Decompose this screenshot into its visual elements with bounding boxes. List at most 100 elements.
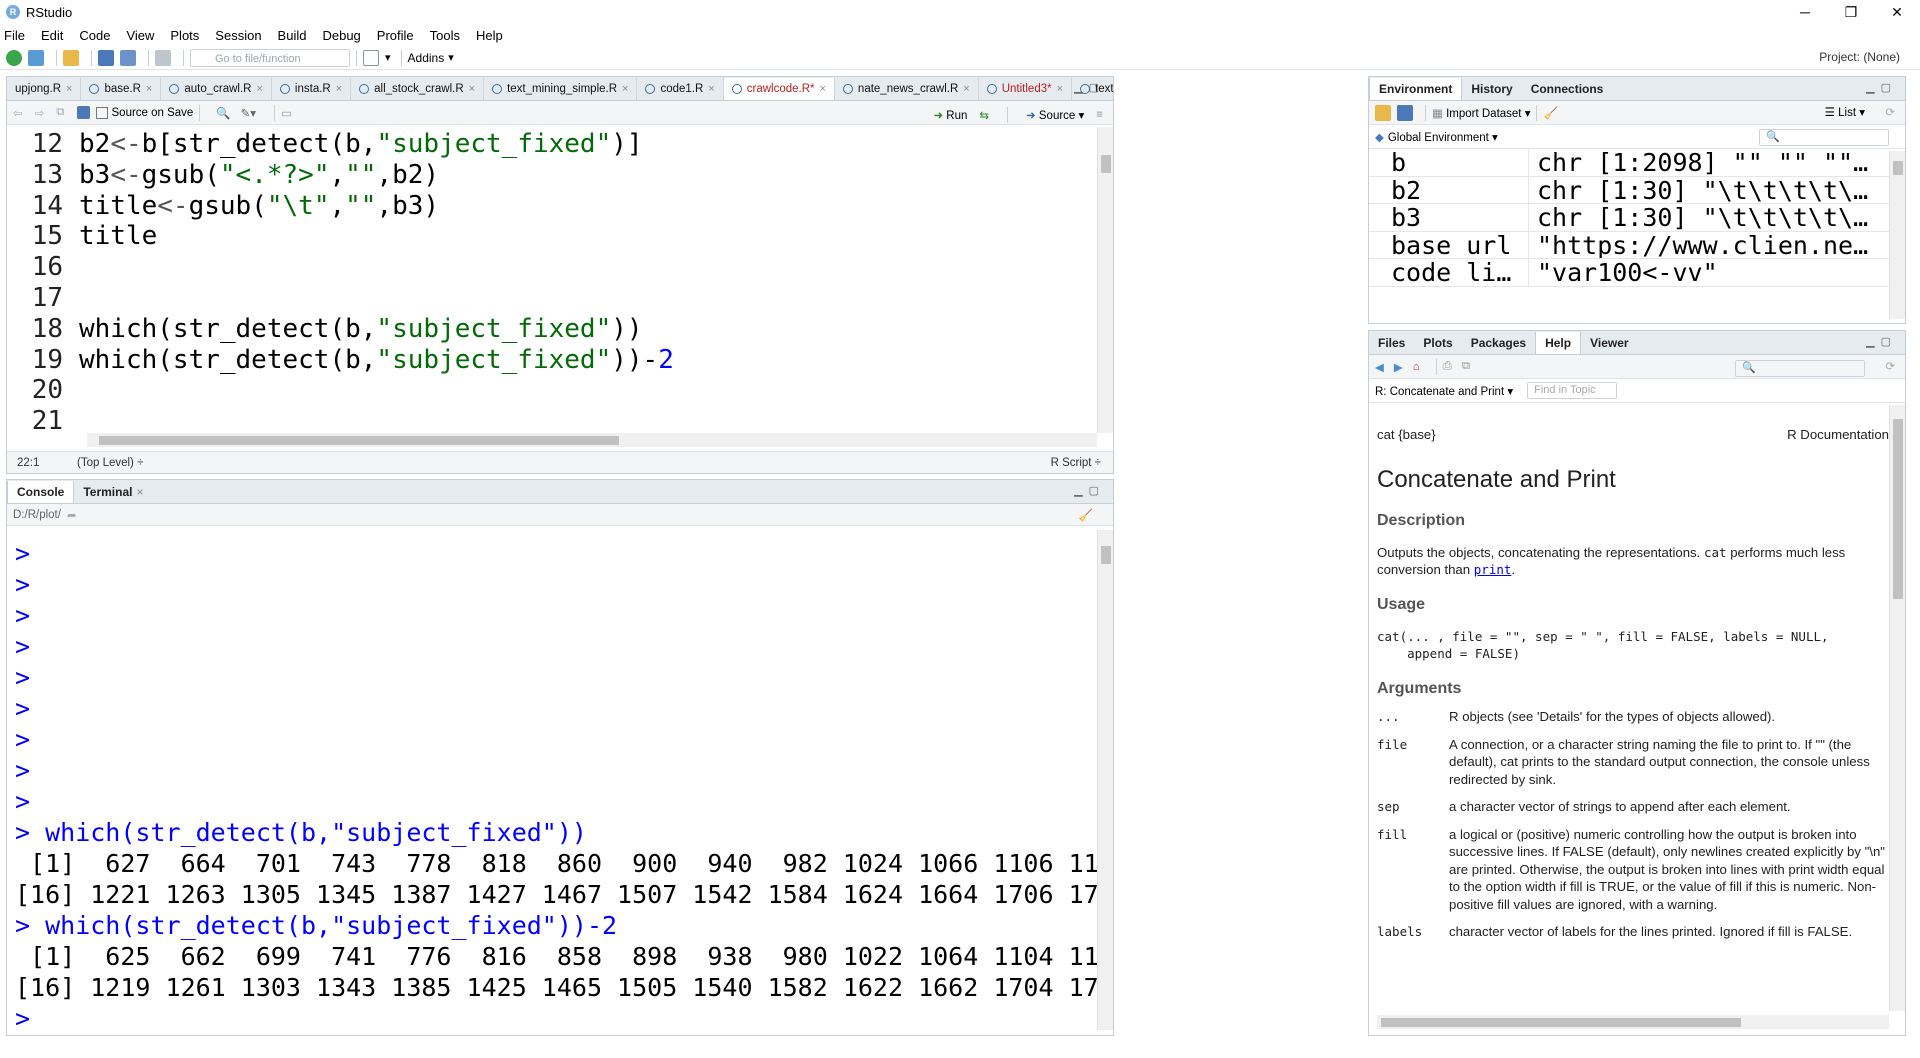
environment-vertical-scrollbar[interactable] bbox=[1889, 151, 1905, 319]
menu-view[interactable]: View bbox=[126, 28, 154, 43]
list-view-selector[interactable]: ☰ List ▾ bbox=[1825, 105, 1865, 119]
help-search-input[interactable]: 🔍 bbox=[1735, 360, 1865, 377]
tab-connections[interactable]: Connections bbox=[1522, 78, 1613, 100]
rerun-icon[interactable]: ⇆ bbox=[979, 108, 989, 122]
file-type-selector[interactable]: R Script ÷ bbox=[1051, 457, 1101, 469]
clear-console-icon[interactable]: 🧹 bbox=[1079, 508, 1093, 522]
new-file-icon[interactable] bbox=[6, 49, 22, 66]
menu-debug[interactable]: Debug bbox=[322, 28, 360, 43]
menu-plots[interactable]: Plots bbox=[170, 28, 199, 43]
scroll-thumb[interactable] bbox=[1893, 419, 1903, 599]
env-row[interactable]: b2 chr [1:30] "\t\t\t\t\… bbox=[1369, 176, 1899, 204]
scroll-thumb[interactable] bbox=[1101, 155, 1111, 173]
tab-environment[interactable]: Environment bbox=[1369, 78, 1463, 100]
scroll-thumb[interactable] bbox=[1893, 161, 1903, 175]
goto-file-function-input[interactable]: Go to file/function bbox=[190, 48, 350, 67]
close-icon[interactable]: × bbox=[469, 83, 475, 95]
tab-base[interactable]: base.R × bbox=[81, 78, 162, 100]
close-icon[interactable]: × bbox=[1057, 83, 1063, 95]
env-row[interactable]: base_url "https://www.clien.ne… bbox=[1369, 231, 1899, 259]
compile-report-icon[interactable]: ▭ bbox=[281, 106, 292, 120]
workspace-panes-icon[interactable] bbox=[363, 49, 379, 66]
tab-terminal[interactable]: Terminal × bbox=[74, 481, 152, 503]
project-menu[interactable]: Project: (None) bbox=[1819, 50, 1900, 64]
tab-viewer[interactable]: Viewer bbox=[1581, 332, 1637, 354]
minimize-button[interactable]: ─ bbox=[1782, 0, 1828, 24]
save-workspace-icon[interactable] bbox=[1397, 104, 1413, 121]
load-workspace-icon[interactable] bbox=[1375, 104, 1391, 121]
tab-crawlcode[interactable]: crawlcode.R* × bbox=[723, 78, 835, 100]
broom-icon[interactable]: 🧹 bbox=[1543, 106, 1557, 120]
help-topic-selector[interactable]: R: Concatenate and Print ▾ bbox=[1375, 384, 1513, 398]
close-icon[interactable]: × bbox=[66, 83, 72, 95]
tab-auto-crawl[interactable]: auto_crawl.R × bbox=[161, 78, 272, 100]
home-icon[interactable]: ⌂ bbox=[1413, 361, 1420, 373]
close-icon[interactable]: × bbox=[336, 83, 342, 95]
tab-nate-news-crawl[interactable]: nate_news_crawl.R × bbox=[835, 78, 979, 100]
menu-edit[interactable]: Edit bbox=[41, 28, 63, 43]
pane-window-controls[interactable]: ▁▢ bbox=[1074, 81, 1105, 94]
code-tools-wand-icon[interactable]: ✎▾ bbox=[241, 106, 256, 120]
editor-vertical-scrollbar[interactable] bbox=[1097, 127, 1113, 433]
menu-session[interactable]: Session bbox=[215, 28, 261, 43]
environment-search-input[interactable]: 🔍 bbox=[1759, 129, 1889, 146]
close-button[interactable]: ✕ bbox=[1874, 0, 1920, 24]
forward-arrow-icon[interactable]: ▶ bbox=[1394, 360, 1403, 374]
pane-window-controls[interactable]: ▁▢ bbox=[1866, 81, 1897, 94]
scroll-thumb[interactable] bbox=[1101, 546, 1111, 564]
console-vertical-scrollbar[interactable] bbox=[1097, 530, 1113, 1030]
open-file-icon[interactable] bbox=[63, 49, 79, 66]
menu-code[interactable]: Code bbox=[79, 28, 110, 43]
back-arrow-icon[interactable]: ◀ bbox=[1375, 360, 1384, 374]
forward-arrow-icon[interactable]: ⇨ bbox=[35, 106, 45, 120]
close-icon[interactable]: × bbox=[136, 485, 143, 499]
tab-packages[interactable]: Packages bbox=[1462, 332, 1535, 354]
import-dataset-button[interactable]: ▦ Import Dataset ▾ bbox=[1432, 106, 1530, 120]
env-row[interactable]: b3 chr [1:30] "\t\t\t\t\… bbox=[1369, 204, 1899, 232]
close-icon[interactable]: × bbox=[819, 83, 825, 95]
menu-build[interactable]: Build bbox=[278, 28, 307, 43]
refresh-icon[interactable]: ⟳ bbox=[1885, 359, 1895, 373]
save-icon[interactable] bbox=[76, 106, 90, 119]
show-in-window-icon[interactable]: ⧉ bbox=[56, 106, 64, 119]
menu-help[interactable]: Help bbox=[476, 28, 503, 43]
tab-text-mining-simple[interactable]: text_mining_simple.R × bbox=[484, 78, 638, 100]
tab-help[interactable]: Help bbox=[1535, 332, 1582, 354]
tab-history[interactable]: History bbox=[1462, 78, 1521, 100]
help-horizontal-scrollbar[interactable] bbox=[1377, 1015, 1889, 1029]
addins-button[interactable]: Addins bbox=[408, 51, 445, 65]
scope-selector[interactable]: (Top Level) ÷ bbox=[77, 457, 143, 469]
maximize-button[interactable]: ❐ bbox=[1828, 0, 1874, 24]
print-icon[interactable]: ⎙ bbox=[1443, 360, 1452, 373]
chevron-down-icon[interactable]: ▾ bbox=[448, 51, 454, 64]
environment-scope-selector[interactable]: Global Environment ▾ bbox=[1388, 130, 1498, 144]
env-row[interactable]: b chr [1:2098] "" "" ""… bbox=[1369, 149, 1899, 177]
tab-files[interactable]: Files bbox=[1369, 332, 1414, 354]
close-icon[interactable]: × bbox=[256, 83, 262, 95]
env-row[interactable]: code_li… "var100<-vv" bbox=[1369, 259, 1899, 287]
pane-window-controls[interactable]: ▁▢ bbox=[1074, 484, 1105, 497]
go-to-directory-icon[interactable]: ➦ bbox=[67, 508, 77, 522]
tab-code1[interactable]: code1.R × bbox=[637, 78, 724, 100]
scroll-thumb[interactable] bbox=[1381, 1018, 1741, 1027]
tab-untitled3[interactable]: Untitled3* × bbox=[979, 78, 1073, 100]
print-link[interactable]: print bbox=[1474, 562, 1512, 577]
tab-insta[interactable]: insta.R × bbox=[272, 78, 352, 100]
tab-all-stock-crawl[interactable]: all_stock_crawl.R × bbox=[351, 78, 485, 100]
new-project-icon[interactable] bbox=[28, 49, 44, 66]
print-icon[interactable] bbox=[155, 49, 171, 66]
close-icon[interactable]: × bbox=[622, 83, 628, 95]
tab-upjong[interactable]: upjong.R × bbox=[7, 78, 82, 100]
find-in-topic-input[interactable]: Find in Topic bbox=[1527, 382, 1618, 399]
scroll-thumb[interactable] bbox=[99, 436, 619, 445]
run-button[interactable]: ➜ Run bbox=[933, 108, 967, 122]
chevron-down-icon[interactable]: ▾ bbox=[385, 51, 391, 64]
close-icon[interactable]: × bbox=[708, 83, 714, 95]
pane-window-controls[interactable]: ▁▢ bbox=[1866, 335, 1897, 348]
search-icon[interactable]: 🔍 bbox=[216, 106, 230, 120]
help-vertical-scrollbar[interactable] bbox=[1889, 405, 1905, 1011]
save-all-icon[interactable] bbox=[120, 49, 136, 66]
menu-file[interactable]: File bbox=[4, 28, 25, 43]
source-on-save-checkbox[interactable] bbox=[95, 106, 108, 119]
console-output[interactable]: > > > > > > > > > > which(str_detect(b,"subject_f… bbox=[15, 538, 1097, 1058]
